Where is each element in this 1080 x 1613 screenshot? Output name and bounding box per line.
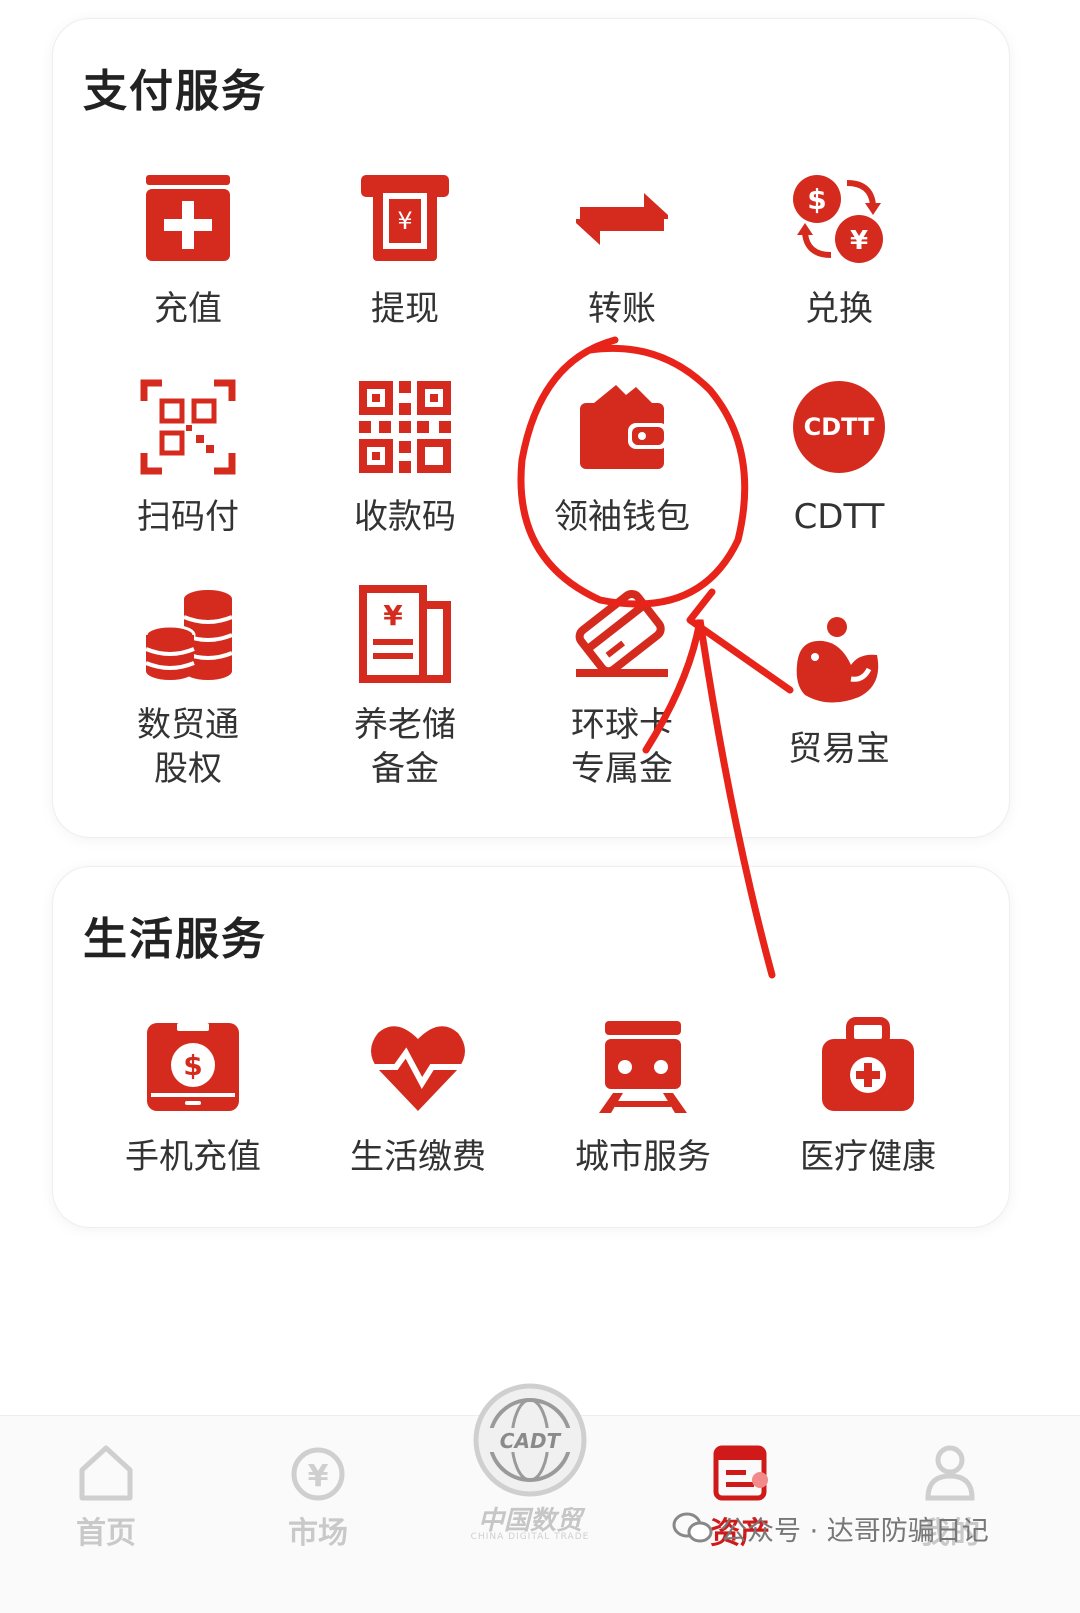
service-label: 充值 <box>154 289 222 329</box>
nav-label: 首页 <box>76 1516 136 1551</box>
cadt-logo-icon[interactable]: CADT <box>470 1380 590 1500</box>
service-label: 扫码付 <box>137 497 239 537</box>
service-exchange[interactable]: $ ¥ 兑换 <box>729 169 949 331</box>
service-label: 医疗健康 <box>800 1137 936 1177</box>
assets-icon <box>713 1445 768 1501</box>
service-label: 收款码 <box>354 497 456 537</box>
service-transfer[interactable]: 转账 <box>512 169 732 331</box>
train-icon <box>599 1021 687 1113</box>
service-global-card[interactable]: 环球卡 专属金 <box>512 585 732 791</box>
svg-text:¥: ¥ <box>308 1459 329 1494</box>
service-label: 兑换 <box>805 289 873 329</box>
service-label: CDTT <box>793 497 885 537</box>
service-phone-top-up[interactable]: $ 手机充值 <box>83 1017 303 1179</box>
service-city[interactable]: 城市服务 <box>533 1017 753 1179</box>
service-coins-equity[interactable]: 数贸通 股权 <box>78 585 298 791</box>
wechat-icon <box>672 1512 713 1543</box>
service-label: 手机充值 <box>125 1137 261 1177</box>
service-top-up[interactable]: 充值 <box>78 169 298 331</box>
transfer-icon <box>576 193 668 245</box>
service-label: 贸易宝 <box>788 729 890 769</box>
withdraw-icon: ¥ <box>361 175 449 261</box>
service-label: 环球卡 专属金 <box>571 705 673 789</box>
svg-text:CADT: CADT <box>500 1429 562 1453</box>
watermark-text: 公众号 · 达哥防骗日记 <box>720 1515 989 1547</box>
coins-icon <box>144 590 233 680</box>
svg-text:$: $ <box>807 183 826 216</box>
service-withdraw[interactable]: ¥ 提现 <box>295 169 515 331</box>
life-services-card: 生活服务 $ 手机充值 生活缴费 城市服务 医疗健康 <box>52 866 1010 1228</box>
svg-text:CDTT: CDTT <box>804 413 875 441</box>
phone-top-up-icon: $ <box>147 1023 239 1111</box>
nav-home[interactable]: 首页 <box>36 1440 176 1552</box>
service-qr-code[interactable]: 收款码 <box>295 377 515 539</box>
service-label: 转账 <box>588 289 656 329</box>
top-up-icon <box>146 175 230 261</box>
payment-services-title: 支付服务 <box>83 66 267 117</box>
payment-services-card: 支付服务 充值 ¥ 提现 转账 $ ¥ 兑换 扫码付 收款码 领袖钱包 CDTT… <box>52 18 1010 838</box>
service-utility-payment[interactable]: 生活缴费 <box>308 1017 528 1179</box>
pension-icon: ¥ <box>359 585 451 683</box>
svg-text:¥: ¥ <box>850 226 868 256</box>
nav-label: 市场 <box>288 1516 348 1551</box>
wallet-icon <box>580 385 668 469</box>
service-label: 提现 <box>371 289 439 329</box>
home-icon <box>79 1445 133 1501</box>
service-pension[interactable]: ¥ 养老储 备金 <box>295 585 515 791</box>
svg-text:¥: ¥ <box>383 599 403 632</box>
card-icon <box>575 590 668 677</box>
service-wallet[interactable]: 领袖钱包 <box>512 377 732 539</box>
center-brand-sublabel: CHINA DIGITAL TRADE <box>470 1532 590 1542</box>
service-medical[interactable]: 医疗健康 <box>758 1017 978 1179</box>
heart-pulse-icon <box>371 1026 465 1111</box>
medical-kit-icon <box>822 1017 914 1111</box>
service-cdtt[interactable]: CDTT CDTT <box>729 377 949 539</box>
cdtt-icon: CDTT <box>793 381 885 473</box>
qr-code-icon <box>359 381 451 473</box>
service-label: 数贸通 股权 <box>137 705 239 789</box>
service-trade-treasure[interactable]: 贸易宝 <box>729 609 949 771</box>
bird-icon <box>796 617 879 703</box>
svg-text:¥: ¥ <box>397 207 412 235</box>
service-label: 养老储 备金 <box>354 705 456 789</box>
service-label: 领袖钱包 <box>554 497 690 537</box>
service-scan-pay[interactable]: 扫码付 <box>78 377 298 539</box>
watermark: 公众号 · 达哥防骗日记 <box>672 1508 1032 1548</box>
service-label: 城市服务 <box>575 1137 711 1177</box>
svg-text:$: $ <box>183 1049 202 1082</box>
nav-market[interactable]: ¥ 市场 <box>248 1440 388 1552</box>
market-icon: ¥ <box>291 1447 345 1501</box>
scan-pay-icon <box>140 379 236 475</box>
profile-icon <box>925 1445 975 1501</box>
life-services-title: 生活服务 <box>83 914 267 965</box>
exchange-icon: $ ¥ <box>793 175 883 263</box>
service-label: 生活缴费 <box>350 1137 486 1177</box>
